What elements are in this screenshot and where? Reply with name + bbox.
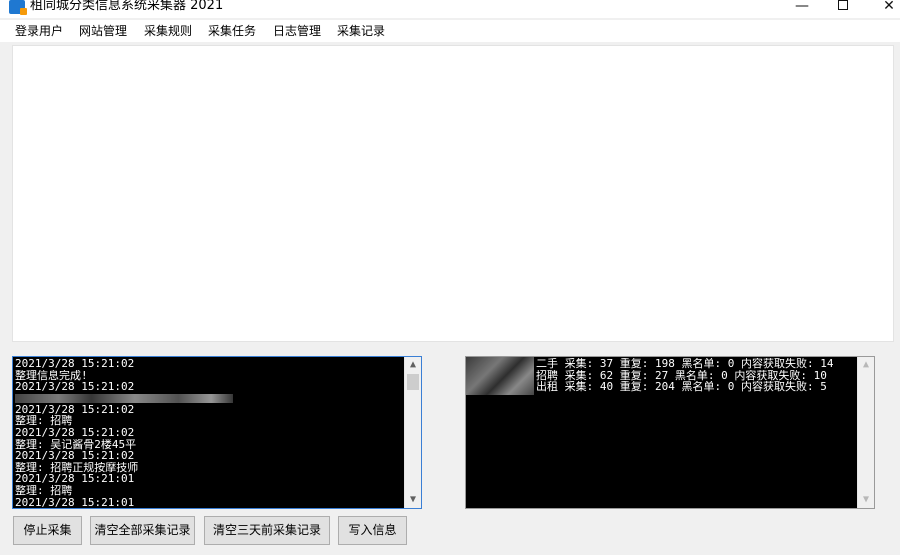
stop-collect-button[interactable]: 停止采集 [13,516,82,545]
title-bar: 租同城分类信息系统采集器 2021 — ✕ [0,0,900,18]
log-line: 2021/3/28 15:21:02 [15,450,135,462]
stats-log-console[interactable]: 二手 采集: 37 重复: 198 黑名单: 0 内容获取失败: 14 招聘 采集… [465,356,875,509]
log-line: 2021/3/28 15:21:01 [15,496,135,509]
log-line: 整理: 吴记酱骨2楼45平 [15,438,137,451]
log-line: 2021/3/28 15:21:02 [15,381,135,393]
clear-3days-records-button[interactable]: 清空三天前采集记录 [204,516,330,545]
log-line: 整理信息完成! [15,369,88,382]
collect-log-lines: 2021/3/28 15:21:02 整理信息完成! 2021/3/28 15:21… [15,358,403,508]
log-line: 整理: 招聘 [15,415,73,427]
app-icon [9,0,27,15]
stats-log-lines: 二手 采集: 37 重复: 198 黑名单: 0 内容获取失败: 14 招聘 采集… [536,358,833,393]
menu-collect-tasks[interactable]: 采集任务 [206,22,258,40]
menu-site-management[interactable]: 网站管理 [77,22,129,40]
log-line: 2021/3/28 15:21:01 [15,473,135,485]
menu-login-user[interactable]: 登录用户 [13,22,65,40]
window-title: 租同城分类信息系统采集器 2021 [30,0,224,13]
menu-collect-records[interactable]: 采集记录 [335,22,387,40]
menu-log-management[interactable]: 日志管理 [271,22,323,40]
log-line: 整理: 招聘 [15,484,73,497]
scroll-up-icon[interactable]: ▲ [858,357,874,373]
minimize-button[interactable]: — [779,0,825,18]
clear-all-records-button[interactable]: 清空全部采集记录 [90,516,195,545]
close-button[interactable]: ✕ [866,0,900,18]
collect-log-console[interactable]: 2021/3/28 15:21:02 整理信息完成! 2021/3/28 15:21… [12,356,422,509]
redacted-image [466,357,534,395]
collect-log-scrollbar[interactable]: ▲ ▼ [404,357,421,508]
menu-bar: 登录用户 网站管理 采集规则 采集任务 日志管理 采集记录 [0,20,900,42]
main-panel [12,45,894,342]
scroll-down-icon[interactable]: ▼ [858,492,874,508]
stats-log-scrollbar[interactable]: ▲ ▼ [857,357,874,508]
stats-line: 出租 采集: 40 重复: 204 黑名单: 0 内容获取失败: 5 [536,381,827,393]
stats-line: 招聘 采集: 62 重复: 27 黑名单: 0 内容获取失败: 10 [536,369,827,382]
log-line: 2021/3/28 15:21:02 [15,426,135,439]
scroll-up-icon[interactable]: ▲ [405,357,421,373]
maximize-button[interactable] [820,0,866,18]
scroll-down-icon[interactable]: ▼ [405,492,421,508]
log-line: 整理: 招聘正规按摩技师 [15,461,139,474]
menu-collect-rules[interactable]: 采集规则 [142,22,194,40]
log-line: 2021/3/28 15:21:02 [15,403,135,416]
write-info-button[interactable]: 写入信息 [338,516,407,545]
maximize-icon [838,0,848,10]
log-line: 2021/3/28 15:21:02 [15,358,135,370]
stats-line: 二手 采集: 37 重复: 198 黑名单: 0 内容获取失败: 14 [536,358,834,370]
redacted-log-line [15,393,233,403]
scroll-thumb[interactable] [407,374,419,390]
